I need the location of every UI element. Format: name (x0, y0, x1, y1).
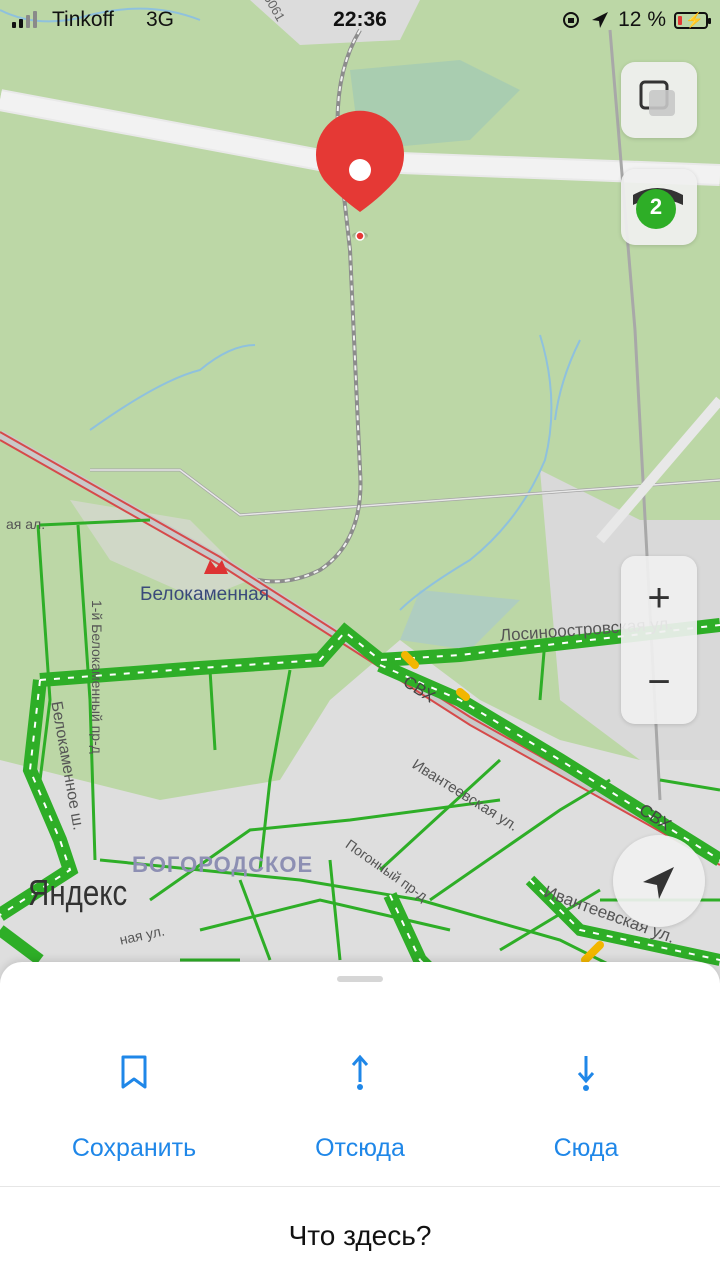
save-button[interactable]: Сохранить (24, 1042, 244, 1163)
orientation-lock-icon (563, 12, 580, 28)
yandex-watermark: Яндекс (28, 872, 128, 913)
location-arrow-icon (592, 12, 609, 28)
save-label: Сохранить (71, 1134, 197, 1162)
route-to-button[interactable]: Сюда (476, 1042, 696, 1163)
bookmark-icon (121, 1055, 147, 1089)
navigation-arrow-icon (643, 867, 674, 899)
traffic-button[interactable]: 2 (621, 169, 697, 245)
layers-icon (639, 80, 675, 116)
battery-percent: 12 % (618, 8, 666, 31)
district-label: БОГОРОДСКОЕ (132, 852, 314, 877)
zoom-control: + − (621, 556, 697, 724)
my-location-button[interactable] (613, 835, 705, 927)
map-view[interactable]: 5061 Белокаменная Лосиноостровская ул. а… (0, 0, 720, 1000)
street-label-belokamenny-pr: 1-й Белокаменный пр-д (89, 600, 105, 754)
whats-here-title[interactable]: Что здесь? (0, 1220, 720, 1252)
sheet-divider (0, 1186, 720, 1187)
traffic-level: 2 (649, 194, 663, 219)
route-to-label: Сюда (553, 1134, 619, 1162)
route-from-button[interactable]: Отсюда (250, 1042, 470, 1163)
zoom-out-button[interactable]: − (621, 640, 697, 724)
zoom-in-button[interactable]: + (621, 556, 697, 640)
route-from-label: Отсюда (315, 1134, 405, 1162)
arrow-up-icon (351, 1054, 369, 1090)
sheet-grabber[interactable] (337, 976, 383, 982)
status-bar: Tinkoff 3G 22:36 12 % ⚡ (0, 0, 720, 40)
layers-button[interactable] (621, 62, 697, 138)
place-bottom-sheet[interactable]: Сохранить Отсюда Сюда Что здесь? (0, 962, 720, 1280)
street-label-left-1: ая ал. (6, 516, 46, 532)
metro-station-label: Белокаменная (140, 584, 270, 605)
battery-icon: ⚡ (674, 11, 711, 29)
arrow-down-icon (577, 1056, 595, 1091)
